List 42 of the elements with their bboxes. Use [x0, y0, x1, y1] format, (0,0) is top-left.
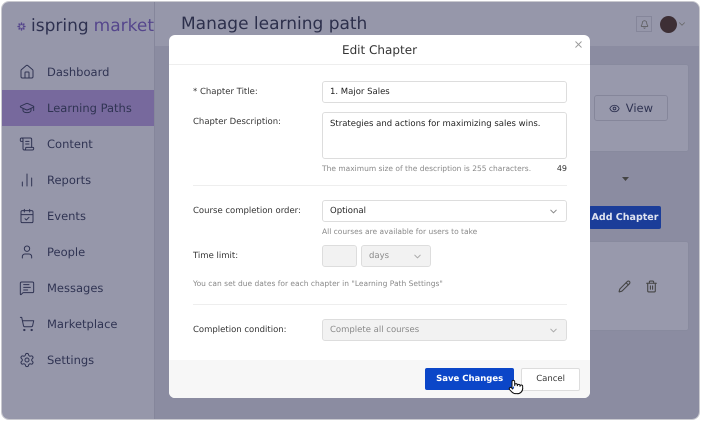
eye-icon	[608, 102, 620, 114]
logo-text: ispring	[31, 16, 89, 36]
sidebar-item-icon	[19, 244, 35, 260]
logo-text: market	[94, 16, 154, 36]
field-label: Completion condition:	[193, 325, 288, 335]
sidebar-item-icon	[19, 316, 35, 332]
sidebar-item-icon	[19, 64, 35, 80]
sidebar-item-icon	[19, 136, 35, 152]
notifications-button[interactable]	[636, 16, 652, 32]
bell-icon	[640, 20, 648, 28]
avatar[interactable]	[660, 16, 677, 32]
sidebar-item-icon	[19, 172, 35, 188]
sidebar-item[interactable]: Content	[2, 126, 154, 162]
field-label: * Chapter Title:	[193, 87, 259, 97]
sidebar-item[interactable]: Marketplace	[2, 306, 154, 342]
sidebar-item-icon	[19, 280, 35, 296]
sidebar-item[interactable]: Messages	[2, 270, 154, 306]
sidebar-item[interactable]: Settings	[2, 342, 154, 378]
sidebar-item[interactable]: Events	[2, 198, 154, 234]
sidebar-item[interactable]: Learning Paths	[2, 90, 154, 126]
chapter-description-field[interactable]: Strategies and actions for maximizing sales wins.	[322, 112, 567, 159]
close-button[interactable]	[573, 39, 584, 50]
page-title: Manage learning path	[181, 14, 368, 34]
trash-icon[interactable]	[645, 280, 658, 292]
sidebar-item-icon	[19, 208, 35, 224]
add-chapter-button[interactable]: Add Chapter	[589, 206, 661, 229]
field-label: Chapter Description:	[193, 116, 282, 127]
sidebar-item-icon	[19, 352, 35, 368]
sidebar-item-icon	[19, 100, 35, 116]
sidebar-item[interactable]: Dashboard	[2, 54, 154, 90]
dialog-title: Edit Chapter	[342, 42, 418, 56]
pencil-icon[interactable]	[618, 280, 631, 292]
caret-icon	[622, 177, 629, 181]
view-button[interactable]: View	[594, 95, 668, 121]
field-label: Time limit:	[193, 251, 240, 261]
character-count: 49	[556, 164, 567, 173]
chapter-title-field[interactable]: 1. Major Sales	[322, 81, 567, 103]
sidebar-item[interactable]: People	[2, 234, 154, 270]
sidebar-item[interactable]: Reports	[2, 162, 154, 198]
completion-order-select[interactable]: Optional	[322, 200, 567, 222]
field-label: Course completion order:	[193, 206, 302, 216]
cancel-button[interactable]: Cancel	[521, 368, 580, 390]
